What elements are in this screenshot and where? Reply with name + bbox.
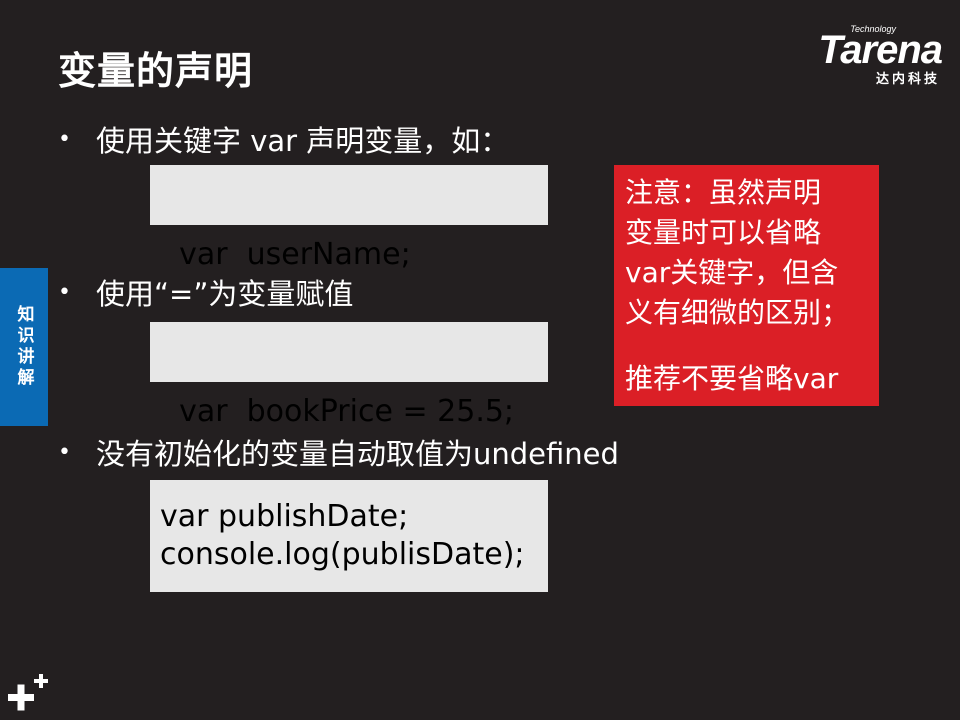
note-line: 注意：虽然声明	[625, 176, 822, 209]
code-block: var bookPrice = 25.5;	[150, 322, 548, 429]
code-line: console.log(publisDate);	[160, 537, 525, 572]
code-block: var publishDate; console.log(publisDate);	[150, 480, 548, 592]
code-line: var bookPrice = 25.5;	[179, 394, 515, 429]
side-tab: 知识讲解	[0, 268, 48, 426]
note-line: var关键字，但含	[625, 256, 839, 289]
note-line: 义有细微的区别；	[625, 296, 850, 329]
note-line: 变量时可以省略	[625, 216, 822, 249]
code-line: var publishDate;	[160, 499, 409, 534]
plus-icon	[8, 674, 48, 711]
side-tab-label: 知识讲解	[13, 305, 34, 389]
bullet-text: 没有初始化的变量自动取值为undefined	[96, 437, 619, 471]
code-block: var userName;	[150, 165, 548, 272]
logo-cn-name: 达内科技	[875, 72, 940, 87]
bullet-dot-icon: •	[58, 439, 71, 465]
bullet-dot-icon: •	[58, 126, 71, 152]
bullet-item: • 没有初始化的变量自动取值为undefined	[58, 431, 619, 473]
tarena-logo: Technology Tarena 达内科技	[772, 24, 943, 87]
bullet-item: • 使用“=”为变量赋值	[58, 271, 353, 313]
bullet-text: 使用“=”为变量赋值	[96, 277, 354, 311]
slide-title: 变量的声明	[58, 49, 254, 93]
code-line: var userName;	[179, 237, 411, 272]
logo-brand: Tarena	[818, 28, 943, 72]
bullet-item: • 使用关键字 var 声明变量，如：	[58, 118, 509, 160]
note-box: 注意：虽然声明 变量时可以省略 var关键字，但含 义有细微的区别； 推荐不要省…	[614, 165, 879, 406]
bullet-text: 使用关键字 var 声明变量，如：	[96, 124, 510, 158]
note-recommendation: 推荐不要省略var	[625, 362, 839, 395]
bullet-dot-icon: •	[58, 279, 71, 305]
